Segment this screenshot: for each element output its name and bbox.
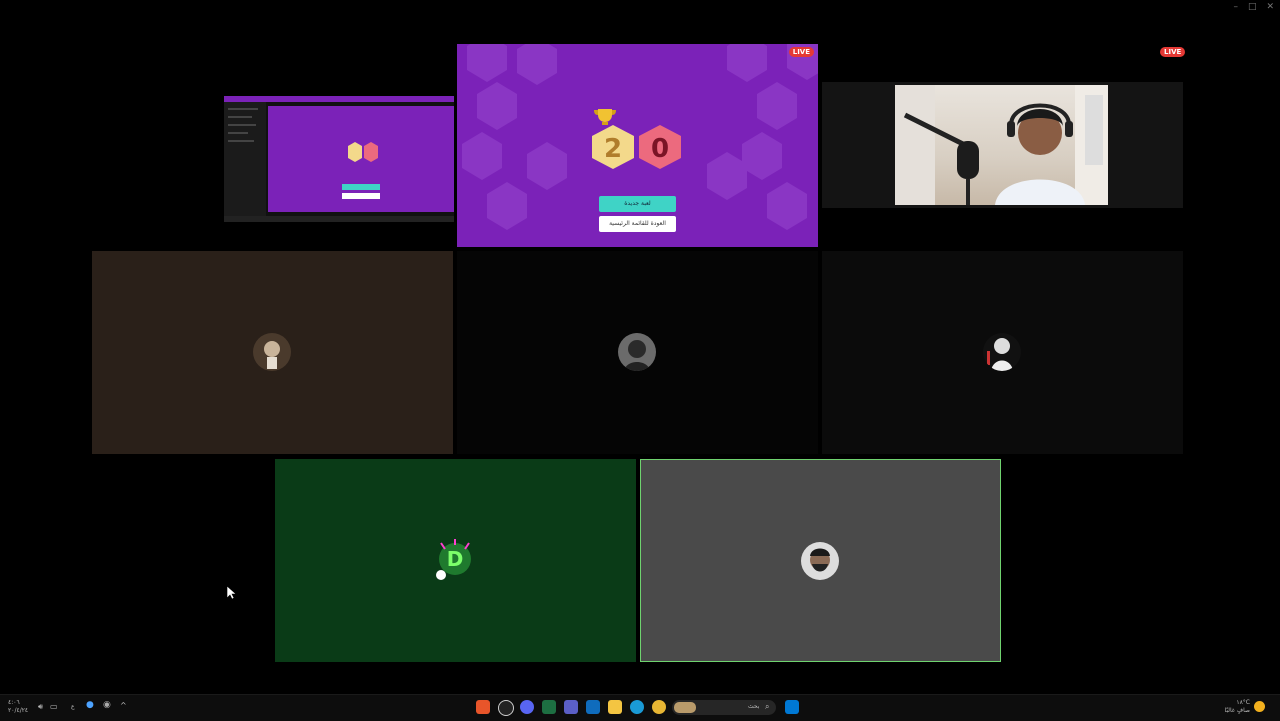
new-game-button[interactable]: لعبة جديدة: [599, 196, 676, 212]
search-icon: ⌕: [765, 702, 770, 711]
clock[interactable]: ٤:٠٦ ٢٠/٤/٢٤: [8, 699, 28, 715]
start-icon[interactable]: [785, 700, 799, 714]
participant-avatar: D: [435, 539, 475, 580]
participant-tile-green[interactable]: D: [275, 459, 636, 662]
participant-tile-dark-1[interactable]: [457, 251, 818, 454]
webcam-person: [895, 85, 1108, 205]
thumb-game-graphic: [342, 142, 380, 199]
network-icon[interactable]: ▭: [50, 702, 58, 711]
screen-share-tile[interactable]: [224, 96, 454, 222]
weather-desc: صافٍ غالبًا: [1224, 707, 1250, 714]
chevron-up-icon[interactable]: ^: [120, 701, 127, 710]
file-explorer-icon[interactable]: [608, 700, 622, 714]
score-left-hex: 2: [592, 125, 634, 169]
volume-icon[interactable]: 🔊︎: [38, 702, 43, 712]
language-indicator[interactable]: ع: [71, 703, 75, 710]
score-right: 0: [651, 134, 669, 164]
score-left: 2: [604, 134, 622, 164]
clock-date: ٢٠/٤/٢٤: [8, 707, 29, 714]
game-share-tile[interactable]: LIVE 2 0 لعبة جديدة العودة للقائمة الرئي…: [457, 44, 818, 247]
webcam-tile[interactable]: [822, 82, 1183, 208]
participant-tile-dark-2[interactable]: [822, 251, 1183, 454]
svg-text:D: D: [447, 547, 464, 571]
discord-icon[interactable]: [520, 700, 534, 714]
participant-avatar: [253, 333, 291, 371]
outlook-icon[interactable]: [586, 700, 600, 714]
participant-tile-gray-speaking[interactable]: [640, 459, 1001, 662]
obs-icon[interactable]: [498, 700, 514, 716]
thumb-game: [268, 106, 454, 212]
weather-temp: ١٨°C: [1236, 699, 1250, 706]
mouse-cursor-icon: [227, 586, 237, 600]
discord-tray-icon[interactable]: ◉: [103, 700, 113, 714]
score-right-hex: 0: [639, 125, 681, 169]
participant-avatar: [618, 333, 656, 371]
participant-tile-brown[interactable]: [92, 251, 453, 454]
close-button[interactable]: ✕: [1266, 2, 1274, 12]
chrome-icon[interactable]: [652, 700, 666, 714]
thumb-sidebar: [224, 102, 266, 216]
main-menu-button[interactable]: العودة للقائمة الرئيسية: [599, 216, 676, 232]
search-highlight-image: [674, 702, 696, 713]
minimize-button[interactable]: –: [1233, 2, 1238, 12]
microphone-icon[interactable]: ●: [86, 700, 96, 714]
search-text: بحث: [748, 703, 760, 710]
taskbar: ٤:٠٦ ٢٠/٤/٢٤ 🔊︎ ▭ ع ● ◉ ^ بحث ⌕ ١٨°C صاف…: [0, 694, 1280, 721]
window-controls: – □ ✕: [1233, 2, 1274, 12]
weather[interactable]: ١٨°C صافٍ غالبًا: [1222, 699, 1250, 715]
weather-sun-icon: [1254, 701, 1265, 712]
participant-avatar: [801, 542, 839, 580]
live-badge-webcam: LIVE: [1160, 47, 1186, 57]
live-badge: LIVE: [788, 47, 814, 57]
teams-icon[interactable]: [564, 700, 578, 714]
edge-icon[interactable]: [630, 700, 644, 714]
excel-icon[interactable]: [542, 700, 556, 714]
clock-time: ٤:٠٦: [8, 699, 20, 706]
webcam-video: [895, 85, 1108, 205]
brave-browser-icon[interactable]: [476, 700, 490, 714]
participant-avatar: [983, 333, 1021, 371]
taskbar-search[interactable]: بحث ⌕: [672, 700, 776, 715]
maximize-button[interactable]: □: [1248, 2, 1257, 12]
